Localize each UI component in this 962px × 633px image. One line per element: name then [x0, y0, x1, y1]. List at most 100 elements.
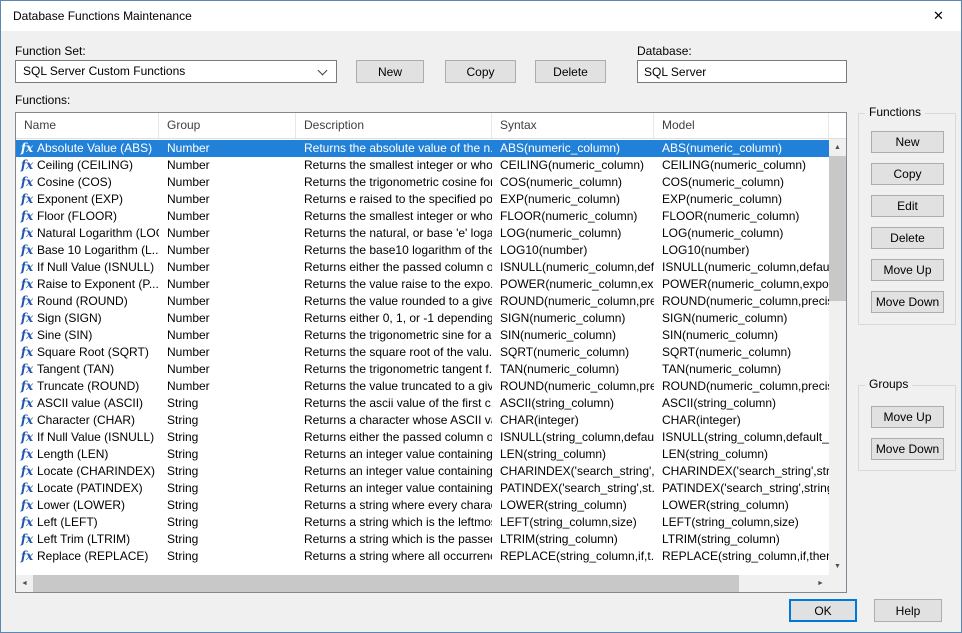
- cell-group-text: Number: [167, 175, 210, 189]
- functions-group-label: Functions: [865, 105, 925, 119]
- table-row[interactable]: fxLeft (LEFT)StringReturns a string whic…: [16, 514, 829, 531]
- table-row[interactable]: fxRaise to Exponent (P...NumberReturns t…: [16, 276, 829, 293]
- table-row[interactable]: fxAbsolute Value (ABS)NumberReturns the …: [16, 140, 829, 157]
- function-set-new-button[interactable]: New: [356, 60, 424, 83]
- cell-group: String: [159, 395, 296, 412]
- function-icon: fx: [19, 310, 35, 327]
- function-icon: fx: [19, 463, 35, 480]
- table-row[interactable]: fxSquare Root (SQRT)NumberReturns the sq…: [16, 344, 829, 361]
- cell-name: fxTruncate (ROUND): [16, 378, 159, 395]
- function-icon: fx: [19, 208, 35, 225]
- table-row[interactable]: fxNatural Logarithm (LOG)NumberReturns t…: [16, 225, 829, 242]
- table-row[interactable]: fxExponent (EXP)NumberReturns e raised t…: [16, 191, 829, 208]
- function-icon: fx: [19, 327, 35, 344]
- dialog-window: Database Functions Maintenance ✕ Functio…: [0, 0, 962, 633]
- cell-group-text: String: [167, 396, 198, 410]
- cell-model: LOG10(number): [654, 242, 829, 259]
- functions-copy-button[interactable]: Copy: [871, 163, 944, 185]
- table-row[interactable]: fxFloor (FLOOR)NumberReturns the smalles…: [16, 208, 829, 225]
- cell-syntax: LOWER(string_column): [492, 497, 654, 514]
- header-cell-name[interactable]: Name: [16, 113, 159, 138]
- cell-description: Returns the base10 logarithm of the...: [296, 242, 492, 259]
- cell-syntax: ASCII(string_column): [492, 395, 654, 412]
- table-row[interactable]: fxTangent (TAN)NumberReturns the trigono…: [16, 361, 829, 378]
- header-cell-syntax[interactable]: Syntax: [492, 113, 654, 138]
- scroll-up-button[interactable]: ▲: [829, 139, 846, 156]
- table-row[interactable]: fxReplace (REPLACE)StringReturns a strin…: [16, 548, 829, 565]
- horizontal-scrollbar[interactable]: ◄ ►: [16, 575, 829, 592]
- table-row[interactable]: fxASCII value (ASCII)StringReturns the a…: [16, 395, 829, 412]
- function-icon: fx: [19, 412, 35, 429]
- table-row[interactable]: fxCosine (COS)NumberReturns the trigonom…: [16, 174, 829, 191]
- cell-name: fxLeft (LEFT): [16, 514, 159, 531]
- table-row[interactable]: fxSine (SIN)NumberReturns the trigonomet…: [16, 327, 829, 344]
- function-icon: fx: [19, 140, 35, 157]
- cell-model-text: CHAR(integer): [662, 413, 741, 427]
- table-row[interactable]: fxRound (ROUND)NumberReturns the value r…: [16, 293, 829, 310]
- header-cell-description[interactable]: Description: [296, 113, 492, 138]
- table-row[interactable]: fxCeiling (CEILING)NumberReturns the sma…: [16, 157, 829, 174]
- table-row[interactable]: fxLocate (CHARINDEX)StringReturns an int…: [16, 463, 829, 480]
- functions-delete-button[interactable]: Delete: [871, 227, 944, 249]
- vertical-scrollbar-thumb[interactable]: [829, 156, 846, 301]
- table-row[interactable]: fxLength (LEN)StringReturns an integer v…: [16, 446, 829, 463]
- cell-model-text: EXP(numeric_column): [662, 192, 782, 206]
- cell-name: fxCeiling (CEILING): [16, 157, 159, 174]
- groups-move-down-button[interactable]: Move Down: [871, 438, 944, 460]
- vertical-scrollbar[interactable]: ▲ ▼: [829, 139, 846, 575]
- scroll-left-button[interactable]: ◄: [16, 575, 33, 592]
- cell-name: fxRound (ROUND): [16, 293, 159, 310]
- table-row[interactable]: fxSign (SIGN)NumberReturns either 0, 1, …: [16, 310, 829, 327]
- database-input[interactable]: [637, 60, 847, 83]
- functions-move-down-button[interactable]: Move Down: [871, 291, 944, 313]
- ok-button[interactable]: OK: [789, 599, 857, 622]
- scroll-down-button[interactable]: ▼: [829, 558, 846, 575]
- table-row[interactable]: fxTruncate (ROUND)NumberReturns the valu…: [16, 378, 829, 395]
- table-row[interactable]: fxIf Null Value (ISNULL)StringReturns ei…: [16, 429, 829, 446]
- scroll-right-icon: ►: [817, 580, 824, 587]
- cell-group: String: [159, 497, 296, 514]
- table-row[interactable]: fxCharacter (CHAR)StringReturns a charac…: [16, 412, 829, 429]
- header-cell-model[interactable]: Model: [654, 113, 829, 138]
- cell-name: fxASCII value (ASCII): [16, 395, 159, 412]
- functions-move-up-button[interactable]: Move Up: [871, 259, 944, 281]
- table-row[interactable]: fxLower (LOWER)StringReturns a string wh…: [16, 497, 829, 514]
- cell-model: PATINDEX('search_string',string...: [654, 480, 829, 497]
- table-row[interactable]: fxLeft Trim (LTRIM)StringReturns a strin…: [16, 531, 829, 548]
- function-set-label: Function Set:: [15, 44, 86, 58]
- functions-edit-button[interactable]: Edit: [871, 195, 944, 217]
- cell-group-text: Number: [167, 294, 210, 308]
- cell-syntax-text: CHARINDEX('search_string',...: [500, 464, 654, 478]
- cell-name-text: Base 10 Logarithm (L...: [37, 242, 159, 259]
- cell-syntax-text: SQRT(numeric_column): [500, 345, 629, 359]
- functions-new-button[interactable]: New: [871, 131, 944, 153]
- cell-model-text: TAN(numeric_column): [662, 362, 781, 376]
- cell-syntax-text: SIN(numeric_column): [500, 328, 616, 342]
- horizontal-scrollbar-thumb[interactable]: [33, 575, 739, 592]
- function-set-delete-button[interactable]: Delete: [535, 60, 606, 83]
- groups-move-up-button[interactable]: Move Up: [871, 406, 944, 428]
- scroll-right-button[interactable]: ►: [812, 575, 829, 592]
- scroll-up-icon: ▲: [834, 144, 841, 151]
- function-set-copy-button[interactable]: Copy: [445, 60, 516, 83]
- cell-name-text: Left (LEFT): [37, 514, 98, 531]
- cell-syntax-text: TAN(numeric_column): [500, 362, 619, 376]
- cell-name-text: Absolute Value (ABS): [37, 140, 152, 157]
- table-row[interactable]: fxLocate (PATINDEX)StringReturns an inte…: [16, 480, 829, 497]
- cell-description-text: Returns either 0, 1, or -1 depending...: [304, 311, 492, 325]
- function-set-dropdown[interactable]: SQL Server Custom Functions: [15, 60, 337, 83]
- header-cell-group[interactable]: Group: [159, 113, 296, 138]
- close-button[interactable]: ✕: [916, 1, 961, 31]
- function-icon: fx: [19, 344, 35, 361]
- cell-syntax-text: LTRIM(string_column): [500, 532, 618, 546]
- cell-model: SQRT(numeric_column): [654, 344, 829, 361]
- help-button[interactable]: Help: [874, 599, 942, 622]
- table-row[interactable]: fxIf Null Value (ISNULL)NumberReturns ei…: [16, 259, 829, 276]
- cell-syntax: LOG10(number): [492, 242, 654, 259]
- cell-name-text: Locate (CHARINDEX): [37, 463, 155, 480]
- cell-syntax-text: LEFT(string_column,size): [500, 515, 637, 529]
- cell-description-text: Returns a string where all occurrenc...: [304, 549, 492, 563]
- cell-model-text: FLOOR(numeric_column): [662, 209, 799, 223]
- cell-syntax: CHARINDEX('search_string',...: [492, 463, 654, 480]
- table-row[interactable]: fxBase 10 Logarithm (L...NumberReturns t…: [16, 242, 829, 259]
